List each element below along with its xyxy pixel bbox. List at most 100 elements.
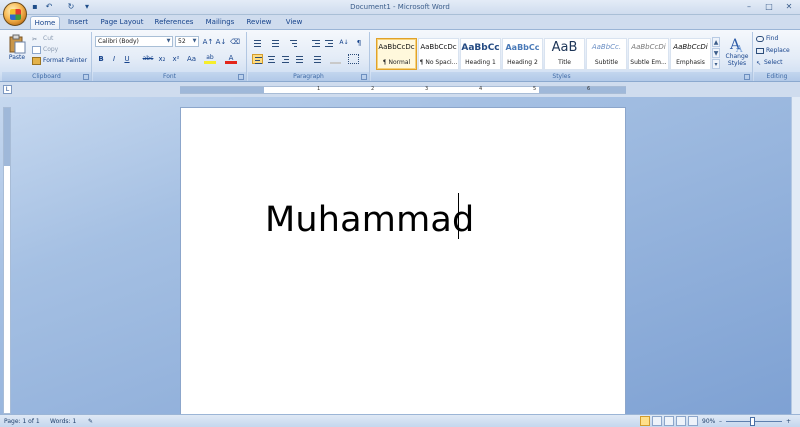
style-normal[interactable]: AaBbCcDc ¶ Normal	[376, 38, 417, 70]
grow-font-button[interactable]: A↑	[202, 37, 214, 47]
style-subtle-emphasis[interactable]: AaBbCcDi Subtle Em...	[628, 38, 669, 70]
paragraph-launcher-icon[interactable]	[361, 74, 367, 80]
gallery-down-icon[interactable]: ▼	[712, 48, 720, 58]
ruler-mark: 4	[479, 86, 483, 92]
style-name: Subtitle	[594, 59, 619, 66]
style-sample: AaBbCc.	[591, 43, 622, 51]
increase-indent-icon[interactable]	[323, 38, 334, 48]
page-count[interactable]: Page: 1 of 1	[4, 416, 40, 427]
tab-mailings[interactable]: Mailings	[202, 16, 238, 29]
tab-view[interactable]: View	[280, 16, 308, 29]
copy-button[interactable]: Copy	[32, 45, 58, 55]
word-count[interactable]: Words: 1	[50, 416, 76, 427]
style-heading-1[interactable]: AaBbCc Heading 1	[460, 38, 501, 70]
shrink-font-button[interactable]: A↓	[215, 37, 227, 47]
ruler-mark: 3	[425, 86, 429, 92]
draft-button[interactable]	[688, 416, 698, 426]
tab-insert[interactable]: Insert	[64, 16, 92, 29]
font-color-button[interactable]: A	[225, 54, 237, 64]
find-button[interactable]: Find	[756, 34, 778, 44]
subscript-button[interactable]: x₂	[157, 54, 167, 64]
vertical-ruler[interactable]	[3, 107, 11, 414]
clipboard-launcher-icon[interactable]	[83, 74, 89, 80]
gallery-more-icon[interactable]: ▾	[712, 59, 720, 69]
align-left-icon[interactable]	[252, 54, 263, 64]
font-launcher-icon[interactable]	[238, 74, 244, 80]
ruler-mark: 6	[587, 86, 591, 92]
decrease-indent-icon[interactable]	[310, 38, 321, 48]
clipboard-group-label: Clipboard	[2, 72, 91, 81]
minimize-button[interactable]: –	[740, 1, 758, 12]
zoom-slider-thumb[interactable]	[749, 417, 755, 426]
align-right-icon[interactable]	[280, 54, 291, 64]
editing-group: Find Replace ↖ Select Editing	[754, 32, 800, 81]
font-size-value: 52	[178, 38, 186, 45]
show-marks-button[interactable]: ¶	[354, 38, 364, 48]
tab-page-layout[interactable]: Page Layout	[98, 16, 146, 29]
horizontal-ruler[interactable]: 1 2 3 4 5 6	[180, 86, 626, 94]
full-screen-reading-button[interactable]	[652, 416, 662, 426]
line-spacing-icon[interactable]	[310, 54, 321, 64]
document-text[interactable]: Muhammad	[265, 200, 474, 240]
clear-formatting-button[interactable]: ⌫	[230, 37, 240, 47]
style-sample: AaBbCc	[505, 43, 540, 52]
web-layout-button[interactable]	[664, 416, 674, 426]
select-button[interactable]: ↖ Select	[756, 58, 783, 68]
strikethrough-button[interactable]: abc	[141, 54, 155, 64]
font-size-select[interactable]: 52 ▼	[175, 36, 199, 47]
replace-button[interactable]: Replace	[756, 46, 790, 56]
multilevel-list-icon[interactable]	[288, 38, 299, 48]
shading-icon[interactable]	[330, 54, 341, 64]
close-button[interactable]: ✕	[780, 1, 798, 12]
superscript-button[interactable]: x²	[171, 54, 181, 64]
paste-button[interactable]: Paste	[4, 33, 30, 71]
sort-button[interactable]: A↓	[339, 38, 349, 48]
style-subtitle[interactable]: AaBbCc. Subtitle	[586, 38, 627, 70]
style-no-spacing[interactable]: AaBbCcDc ¶ No Spaci...	[418, 38, 459, 70]
cut-button[interactable]: ✂ Cut	[32, 34, 53, 44]
zoom-level[interactable]: 90%	[702, 416, 715, 427]
styles-launcher-icon[interactable]	[744, 74, 750, 80]
font-name-select[interactable]: Calibri (Body) ▼	[95, 36, 173, 47]
cut-label: Cut	[43, 35, 54, 42]
document-page[interactable]: Muhammad	[180, 107, 626, 414]
tab-references[interactable]: References	[152, 16, 196, 29]
zoom-out-button[interactable]: –	[719, 416, 722, 427]
style-name: Subtle Em...	[630, 59, 667, 66]
underline-button[interactable]: U	[122, 54, 132, 64]
text-cursor	[458, 193, 459, 239]
outline-button[interactable]	[676, 416, 686, 426]
gallery-up-icon[interactable]: ▲	[712, 37, 720, 47]
style-sample: AaBbCcDc	[378, 43, 415, 51]
tab-home[interactable]: Home	[30, 16, 60, 29]
style-title[interactable]: AaB Title	[544, 38, 585, 70]
format-painter-button[interactable]: Format Painter	[32, 56, 87, 66]
numbering-icon[interactable]	[270, 38, 281, 48]
office-button[interactable]	[3, 2, 27, 26]
align-center-icon[interactable]	[266, 54, 277, 64]
justify-icon[interactable]	[294, 54, 305, 64]
change-styles-button[interactable]: A A Change Styles	[723, 34, 751, 72]
borders-icon[interactable]	[348, 54, 359, 64]
zoom-in-button[interactable]: +	[786, 416, 791, 427]
proofing-icon[interactable]: ✎	[88, 416, 93, 427]
style-emphasis[interactable]: AaBbCcDi Emphasis	[670, 38, 711, 70]
paragraph-group-label: Paragraph	[248, 72, 369, 81]
style-heading-2[interactable]: AaBbCc Heading 2	[502, 38, 543, 70]
vertical-scrollbar[interactable]	[791, 97, 800, 414]
paste-icon	[9, 34, 26, 54]
print-layout-button[interactable]	[640, 416, 650, 426]
tab-review[interactable]: Review	[244, 16, 274, 29]
bullets-icon[interactable]	[252, 38, 263, 48]
bold-button[interactable]: B	[96, 54, 106, 64]
tab-selector[interactable]: L	[3, 85, 12, 94]
change-case-button[interactable]: Aa	[185, 54, 198, 64]
highlight-button[interactable]: ab	[204, 54, 216, 64]
font-group: Calibri (Body) ▼ 52 ▼ A↑ A↓ ⌫ B I U abc x₂…	[93, 32, 247, 81]
italic-button[interactable]: I	[109, 54, 119, 64]
window-title: Document1 - Microsoft Word	[350, 3, 450, 11]
chevron-down-icon: ▼	[192, 38, 197, 44]
maximize-button[interactable]: □	[760, 1, 778, 12]
ruler-mark: 1	[317, 86, 321, 92]
top-margin-area	[4, 108, 10, 166]
